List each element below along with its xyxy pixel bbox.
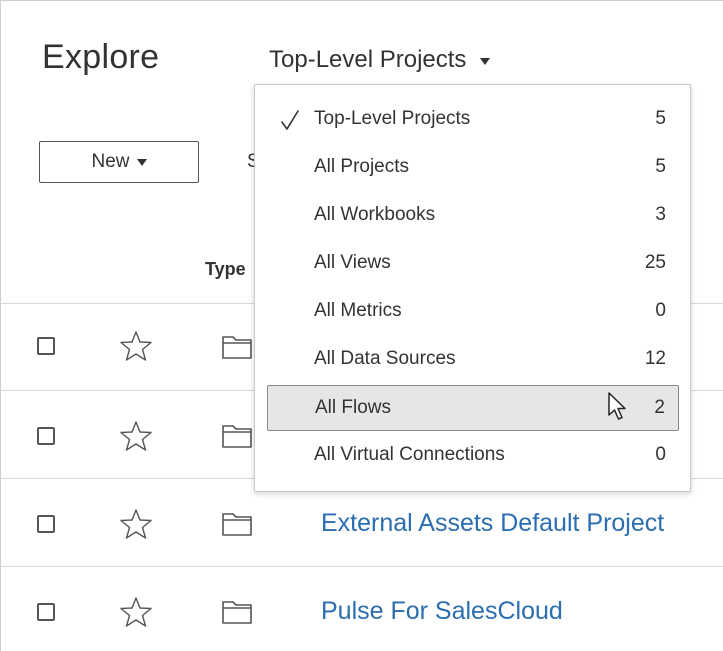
menu-item-count: 25 [644, 252, 666, 273]
row-checkbox[interactable] [37, 337, 55, 355]
star-icon[interactable] [119, 507, 153, 541]
menu-item-label: All Views [314, 252, 391, 273]
row-name-link[interactable]: External Assets Default Project [321, 509, 664, 538]
folder-icon [222, 513, 252, 536]
folder-icon [222, 336, 252, 359]
menu-item-all-virtual-connections[interactable]: All Virtual Connections 0 [267, 433, 679, 479]
project-filter-dropdown[interactable]: Top-Level Projects [269, 46, 491, 74]
mouse-cursor-icon [608, 392, 626, 420]
menu-item-all-projects[interactable]: All Projects 5 [267, 145, 679, 191]
row-name-link[interactable]: Pulse For SalesCloud [321, 597, 563, 626]
menu-item-label: Top-Level Projects [314, 108, 471, 129]
menu-item-label: All Workbooks [314, 204, 436, 225]
menu-item-all-workbooks[interactable]: All Workbooks 3 [267, 193, 679, 239]
row-checkbox[interactable] [37, 427, 55, 445]
chevron-down-icon [136, 159, 147, 166]
star-icon[interactable] [119, 329, 153, 363]
menu-item-count: 12 [644, 348, 666, 369]
menu-item-label: All Virtual Connections [314, 444, 505, 465]
type-column-header[interactable]: Type [205, 259, 246, 280]
menu-item-label: All Metrics [314, 300, 402, 321]
menu-item-count: 5 [655, 156, 666, 177]
menu-item-label: All Projects [314, 156, 410, 177]
menu-item-all-metrics[interactable]: All Metrics 0 [267, 289, 679, 335]
menu-item-label: All Data Sources [314, 348, 456, 369]
explore-page: Explore Top-Level Projects New S Type [0, 0, 723, 651]
menu-item-label: All Flows [315, 397, 392, 418]
menu-item-count: 2 [654, 397, 665, 418]
menu-item-all-views[interactable]: All Views 25 [267, 241, 679, 287]
folder-icon [222, 601, 252, 624]
star-icon[interactable] [119, 419, 153, 453]
page-title: Explore [42, 38, 160, 76]
menu-item-all-data-sources[interactable]: All Data Sources 12 [267, 337, 679, 383]
check-icon [281, 110, 299, 130]
menu-item-top-level-projects[interactable]: Top-Level Projects 5 [267, 97, 679, 143]
row-checkbox[interactable] [37, 603, 55, 621]
menu-item-count: 5 [655, 108, 666, 129]
menu-item-count: 0 [655, 300, 666, 321]
star-icon[interactable] [119, 595, 153, 629]
folder-icon [222, 425, 252, 448]
menu-item-count: 3 [655, 204, 666, 225]
new-button-label: New [91, 151, 130, 172]
project-filter-menu: Top-Level Projects 5 All Projects 5 All … [254, 84, 691, 492]
chevron-down-icon [480, 58, 491, 65]
project-filter-label: Top-Level Projects [269, 46, 467, 73]
table-row: Pulse For SalesCloud [1, 567, 723, 651]
new-button[interactable]: New [39, 141, 199, 183]
row-checkbox[interactable] [37, 515, 55, 533]
menu-item-count: 0 [655, 444, 666, 465]
